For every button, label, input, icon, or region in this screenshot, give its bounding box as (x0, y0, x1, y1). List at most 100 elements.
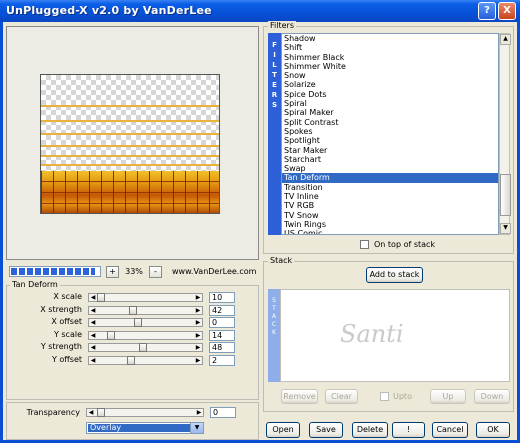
open-button[interactable]: Open (266, 422, 300, 438)
filter-item[interactable]: Star Maker (282, 146, 498, 155)
filters-title: Filters (268, 21, 296, 30)
upto-checkbox[interactable] (380, 392, 389, 401)
scroll-up-icon[interactable]: ▲ (500, 34, 511, 45)
slider-track[interactable]: ◀ ▶ (88, 355, 203, 365)
slider-thumb[interactable] (139, 343, 147, 352)
delete-button[interactable]: Delete (352, 422, 388, 438)
on-top-checkbox[interactable] (360, 240, 369, 249)
filter-item[interactable]: Shadow (282, 34, 498, 43)
filter-item[interactable]: US Comic (282, 229, 498, 234)
preview-image[interactable] (40, 74, 220, 214)
filter-item[interactable]: Twin Rings (282, 220, 498, 229)
remove-button[interactable]: Remove (281, 389, 318, 404)
clear-button[interactable]: Clear (325, 389, 358, 404)
filter-item[interactable]: Shimmer White (282, 62, 498, 71)
stack-strip: STACK (268, 289, 280, 382)
filters-scrollbar[interactable]: ▲ ▼ (499, 33, 511, 235)
slider-value[interactable]: 2 (209, 354, 235, 366)
help-button[interactable]: ? (478, 2, 496, 20)
filters-strip-letter: E (272, 81, 277, 89)
slider-right-arrow[interactable]: ▶ (194, 332, 202, 339)
slider-left-arrow[interactable]: ◀ (89, 332, 97, 339)
add-to-stack-button[interactable]: Add to stack (366, 267, 423, 283)
filter-item[interactable]: TV RGB (282, 201, 498, 210)
slider-left-arrow[interactable]: ◀ (89, 357, 97, 364)
filter-item[interactable]: Spokes (282, 127, 498, 136)
slider-left-arrow[interactable]: ◀ (89, 344, 97, 351)
chevron-down-icon[interactable]: ▼ (190, 423, 203, 433)
slider-right-arrow[interactable]: ▶ (194, 307, 202, 314)
filter-item[interactable]: Spotlight (282, 136, 498, 145)
slider-right-arrow[interactable]: ▶ (194, 319, 202, 326)
filter-item[interactable]: Snow (282, 71, 498, 80)
zoom-out-button[interactable]: - (149, 266, 162, 278)
website-link[interactable]: www.VanDerLee.com (172, 267, 256, 276)
slider-track[interactable]: ◀ ▶ (88, 305, 203, 315)
filter-item[interactable]: Tan Deform (282, 173, 498, 183)
filter-item[interactable]: Solarize (282, 80, 498, 89)
scroll-down-icon[interactable]: ▼ (500, 223, 511, 234)
slider-track[interactable]: ◀ ▶ (88, 293, 203, 302)
slider-value[interactable]: 10 (209, 292, 235, 303)
filter-item[interactable]: TV Snow (282, 211, 498, 220)
filter-item[interactable]: Transition (282, 183, 498, 192)
slider-track[interactable]: ◀ ▶ (88, 318, 203, 327)
filter-item[interactable]: Split Contrast (282, 118, 498, 127)
slider-label: Y scale (53, 329, 82, 339)
scroll-thumb[interactable] (500, 174, 511, 216)
slider-thumb[interactable] (129, 305, 137, 315)
slider-thumb[interactable] (127, 355, 135, 365)
slider-track[interactable]: ◀ ▶ (88, 343, 203, 352)
slider-left-arrow[interactable]: ◀ (89, 319, 97, 326)
slider-label: X scale (53, 292, 82, 301)
filter-item[interactable]: Spice Dots (282, 90, 498, 99)
slider-track[interactable]: ◀ ▶ (88, 330, 203, 340)
filter-item[interactable]: Spiral (282, 99, 498, 108)
slider-value[interactable]: 0 (209, 317, 235, 328)
filter-item[interactable]: Spiral Maker (282, 108, 498, 117)
down-button[interactable]: Down (474, 389, 510, 404)
ok-button[interactable]: OK (476, 422, 510, 438)
stack-title: Stack (268, 256, 295, 265)
slider-left-arrow[interactable]: ◀ (89, 294, 97, 301)
slider-right-arrow[interactable]: ▶ (195, 409, 203, 416)
preview-stripe (41, 145, 219, 147)
filter-item[interactable]: Shift (282, 43, 498, 52)
zoom-value: 33% (125, 267, 143, 276)
slider-thumb[interactable] (134, 318, 142, 327)
slider-left-arrow[interactable]: ◀ (87, 409, 95, 416)
transparency-slider[interactable]: ◀ ▶ (86, 408, 204, 417)
slider-right-arrow[interactable]: ▶ (194, 344, 202, 351)
blend-mode-select[interactable]: Overlay ▼ (86, 422, 204, 434)
slider-label: Y strength (40, 342, 82, 351)
filter-item[interactable]: Starchart (282, 155, 498, 164)
slider-thumb[interactable] (107, 330, 115, 340)
up-button[interactable]: Up (430, 389, 466, 404)
about-button[interactable]: ! (392, 422, 425, 438)
slider-thumb[interactable] (97, 293, 105, 302)
slider-thumb[interactable] (97, 408, 105, 417)
filter-item[interactable]: TV Inline (282, 192, 498, 201)
transparency-value[interactable]: 0 (210, 407, 236, 418)
slider-value[interactable]: 14 (209, 329, 235, 341)
on-top-label: On top of stack (374, 240, 436, 249)
close-button[interactable]: X (498, 2, 516, 20)
zoom-in-button[interactable]: + (106, 266, 119, 278)
filters-list[interactable]: Shadow Shift Shimmer Black Shimmer White Sno… (281, 33, 499, 235)
stack-strip-letter: A (271, 313, 277, 320)
slider-right-arrow[interactable]: ▶ (194, 294, 202, 301)
slider-value[interactable]: 42 (209, 304, 235, 316)
stack-strip-letter: S (272, 297, 276, 304)
cancel-button[interactable]: Cancel (432, 422, 468, 438)
slider-label: X strength (40, 304, 82, 314)
upto-label: Upto (393, 392, 412, 401)
window-title: UnPlugged-X v2.0 by VanDerLee (6, 4, 212, 17)
slider-label: X offset (51, 317, 82, 326)
filters-strip-letter: S (271, 101, 278, 109)
slider-right-arrow[interactable]: ▶ (194, 357, 202, 364)
slider-left-arrow[interactable]: ◀ (89, 307, 97, 314)
filter-item[interactable]: Shimmer Black (282, 53, 498, 62)
filter-item[interactable]: Swap (282, 164, 498, 173)
save-button[interactable]: Save (309, 422, 343, 438)
slider-value[interactable]: 48 (209, 342, 235, 353)
